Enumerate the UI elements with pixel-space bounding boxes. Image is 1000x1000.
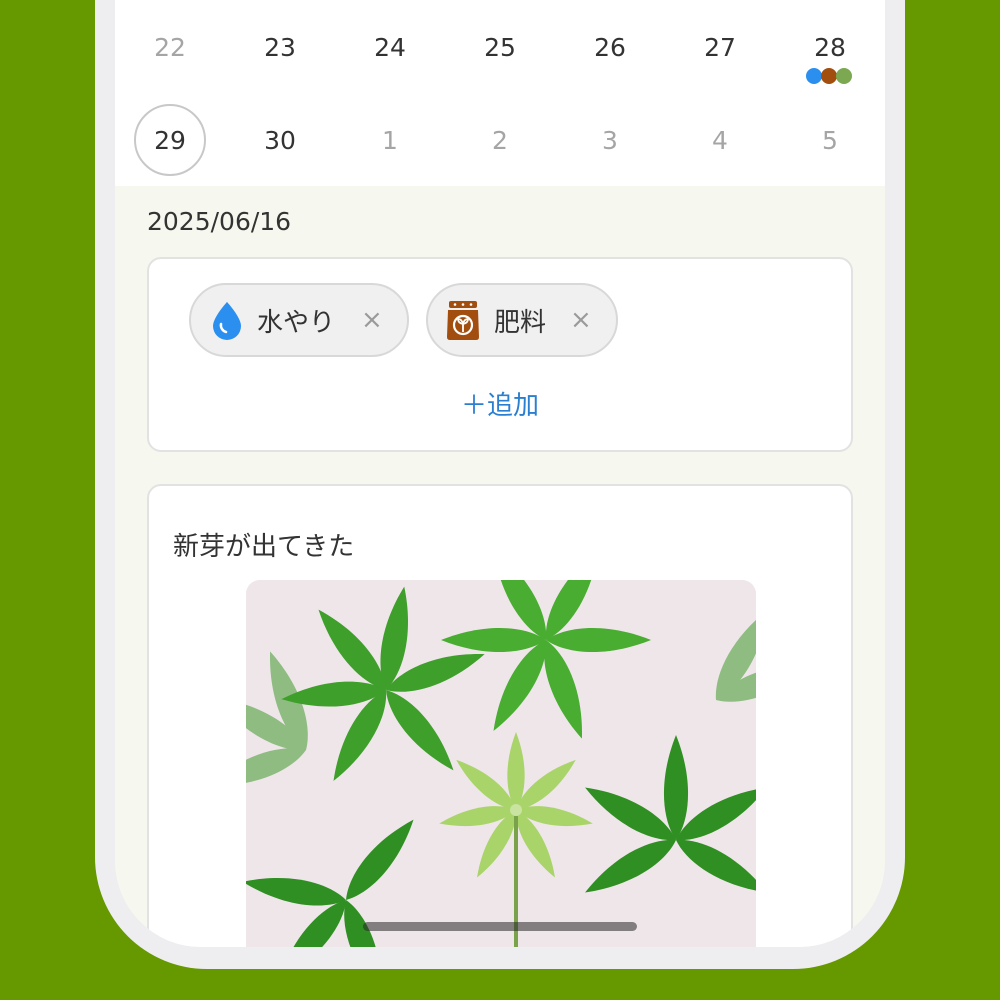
calendar-day[interactable]: 24 [354, 11, 426, 83]
task-chip-water[interactable]: 水やり × [189, 283, 409, 357]
calendar-week-row: 29 30 1 2 3 4 5 [115, 100, 885, 180]
app-screen: 22 23 24 25 26 27 28 29 30 1 2 3 4 5 202… [115, 0, 885, 947]
note-text: 新芽が出てきた [173, 532, 355, 562]
event-dots [806, 68, 854, 84]
fertilizer-bag-icon [444, 299, 482, 341]
journal-note-card: 新芽が出てきた [147, 484, 853, 947]
calendar-day[interactable]: 30 [244, 104, 316, 176]
calendar-grid: 22 23 24 25 26 27 28 29 30 1 2 3 4 5 [115, 0, 885, 186]
task-chip-label: 肥料 [494, 307, 547, 338]
care-tasks-card: 水やり × 肥料 × ＋追加 [147, 257, 853, 452]
plant-photo[interactable] [246, 580, 756, 947]
calendar-day[interactable]: 1 [354, 104, 426, 176]
calendar-day[interactable]: 2 [464, 104, 536, 176]
task-chip-label: 水やり [257, 307, 336, 338]
calendar-day[interactable]: 3 [574, 104, 646, 176]
remove-task-icon[interactable]: × [361, 305, 383, 335]
remove-task-icon[interactable]: × [570, 305, 592, 335]
home-indicator[interactable] [363, 922, 637, 931]
calendar-day[interactable]: 26 [574, 11, 646, 83]
calendar-day[interactable]: 22 [134, 11, 206, 83]
calendar-week-row: 22 23 24 25 26 27 28 [115, 7, 885, 87]
event-dot-other [836, 68, 852, 84]
calendar-day[interactable]: 25 [464, 11, 536, 83]
event-dot-water [806, 68, 822, 84]
selected-date-label: 2025/06/16 [147, 207, 292, 236]
calendar-day[interactable]: 27 [684, 11, 756, 83]
calendar-day-today[interactable]: 29 [134, 104, 206, 176]
add-task-button[interactable]: ＋追加 [149, 385, 851, 422]
calendar-day[interactable]: 4 [684, 104, 756, 176]
event-dot-fertilizer [821, 68, 837, 84]
task-chip-fertilizer[interactable]: 肥料 × [426, 283, 618, 357]
calendar-day[interactable]: 5 [794, 104, 866, 176]
water-drop-icon [209, 300, 245, 340]
calendar-day[interactable]: 23 [244, 11, 316, 83]
